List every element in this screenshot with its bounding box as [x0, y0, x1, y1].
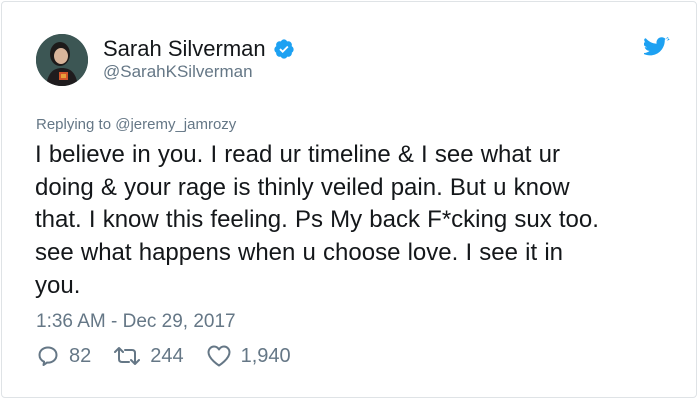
- replying-to-label[interactable]: Replying to @jeremy_jamrozy: [36, 116, 236, 133]
- verified-badge-icon: [273, 38, 295, 60]
- reply-icon: [38, 346, 58, 366]
- twitter-bird-icon[interactable]: [641, 37, 670, 59]
- tweet-text-line: you.: [35, 271, 81, 299]
- tweet-text-line: that. I know this feeling. Ps My back F*…: [35, 206, 599, 234]
- tweet-actions: 82 244 1,940: [36, 344, 313, 368]
- tweet-card: Sarah Silverman @SarahKSilverman Replyin…: [1, 1, 697, 398]
- like-count: 1,940: [240, 344, 291, 367]
- tweet-text: I believe in you. I read ur timeline & I…: [35, 139, 685, 303]
- retweet-count: 244: [150, 344, 184, 367]
- heart-icon: [207, 345, 231, 367]
- tweet-text-line: see what happens when u choose love. I s…: [35, 239, 564, 267]
- retweet-icon: [114, 347, 141, 365]
- tweet-text-line: I believe in you. I read ur timeline & I…: [35, 141, 560, 168]
- retweet-button[interactable]: 244: [113, 344, 184, 368]
- tweet-timestamp[interactable]: 1:36 AM - Dec 29, 2017: [36, 311, 236, 333]
- avatar[interactable]: [36, 34, 88, 86]
- reply-count: 82: [69, 344, 92, 367]
- like-button[interactable]: 1,940: [206, 344, 291, 368]
- author-handle[interactable]: @SarahKSilverman: [103, 62, 253, 82]
- author-display-name[interactable]: Sarah Silverman: [103, 35, 266, 63]
- author-name-row: Sarah Silverman: [103, 35, 295, 63]
- reply-button[interactable]: 82: [36, 344, 91, 368]
- tweet-text-line: doing & your rage is thinly veiled pain.…: [35, 173, 570, 201]
